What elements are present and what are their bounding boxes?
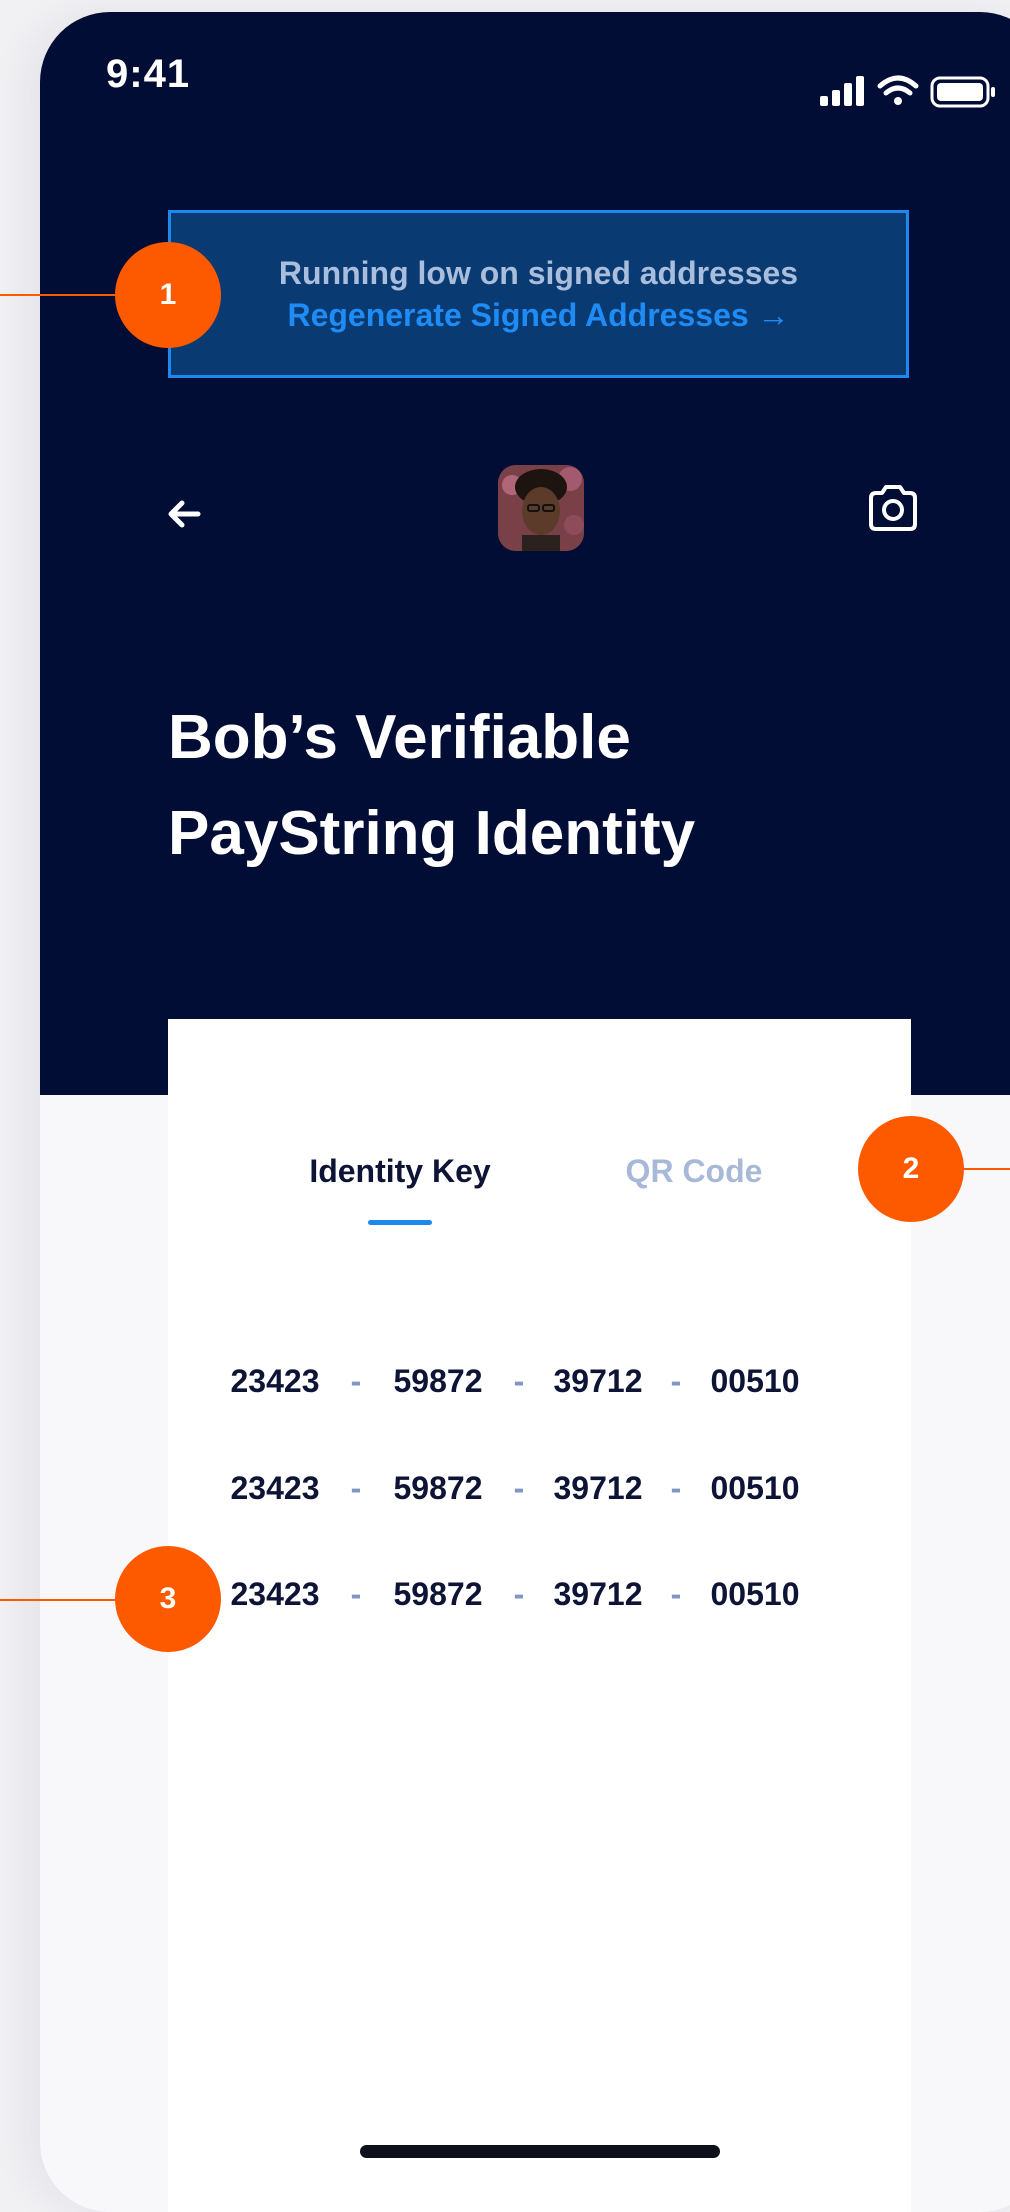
key-separator: - [350, 1575, 362, 1612]
key-segment: 00510 [710, 1469, 800, 1506]
tab-identity-key[interactable]: Identity Key [268, 1153, 532, 1190]
key-segment: 59872 [393, 1469, 483, 1506]
regenerate-addresses-link[interactable]: Regenerate Signed Addresses → [171, 294, 906, 336]
key-segment: 39712 [553, 1362, 643, 1399]
callout-leader-line [0, 1599, 120, 1601]
banner-message: Running low on signed addresses [278, 255, 799, 291]
callout-marker: 1 [115, 242, 221, 348]
callout-leader-line [0, 294, 120, 296]
key-segment: 39712 [553, 1575, 643, 1612]
callout-leader-line [960, 1168, 1010, 1170]
key-separator: - [350, 1362, 362, 1399]
dark-header [40, 12, 1010, 1095]
key-separator: - [670, 1469, 682, 1506]
key-separator: - [513, 1469, 525, 1506]
key-segment: 00510 [710, 1575, 800, 1612]
identity-key-row: 23423 - 59872 - 39712 - 00510 [220, 1359, 860, 1403]
key-separator: - [670, 1575, 682, 1612]
key-segment: 23423 [230, 1469, 320, 1506]
key-segment: 59872 [393, 1575, 483, 1612]
home-indicator [360, 2145, 720, 2158]
camera-icon[interactable] [865, 480, 921, 536]
identity-key-row: 23423 - 59872 - 39712 - 00510 [220, 1466, 860, 1510]
callout-marker: 3 [115, 1546, 221, 1652]
key-segment: 39712 [553, 1469, 643, 1506]
battery-icon [930, 76, 995, 108]
page-title-line2: PayString Identity [168, 799, 696, 868]
wifi-icon [877, 75, 919, 105]
identity-key-row: 23423 - 59872 - 39712 - 00510 [220, 1572, 860, 1616]
key-segment: 23423 [230, 1362, 320, 1399]
key-separator: - [513, 1362, 525, 1399]
status-icons [820, 75, 995, 108]
low-addresses-banner: Running low on signed addresses Regenera… [168, 210, 909, 378]
page-title: Bob’s Verifiable PayString Identity [168, 690, 888, 882]
key-separator: - [513, 1575, 525, 1612]
callout-marker: 2 [858, 1116, 964, 1222]
key-segment: 00510 [710, 1362, 800, 1399]
back-arrow-icon[interactable] [162, 492, 206, 536]
identity-card: Identity Key QR Code 23423 - 59872 - 397… [168, 1019, 911, 2212]
key-separator: - [350, 1469, 362, 1506]
key-separator: - [670, 1362, 682, 1399]
status-time: 9:41 [106, 52, 191, 96]
signal-icon [820, 76, 864, 106]
tab-qr-code[interactable]: QR Code [582, 1153, 806, 1190]
page-title-line1: Bob’s Verifiable [168, 703, 631, 772]
key-segment: 23423 [230, 1575, 320, 1612]
key-segment: 59872 [393, 1362, 483, 1399]
avatar [498, 465, 584, 551]
active-tab-indicator [368, 1220, 432, 1225]
